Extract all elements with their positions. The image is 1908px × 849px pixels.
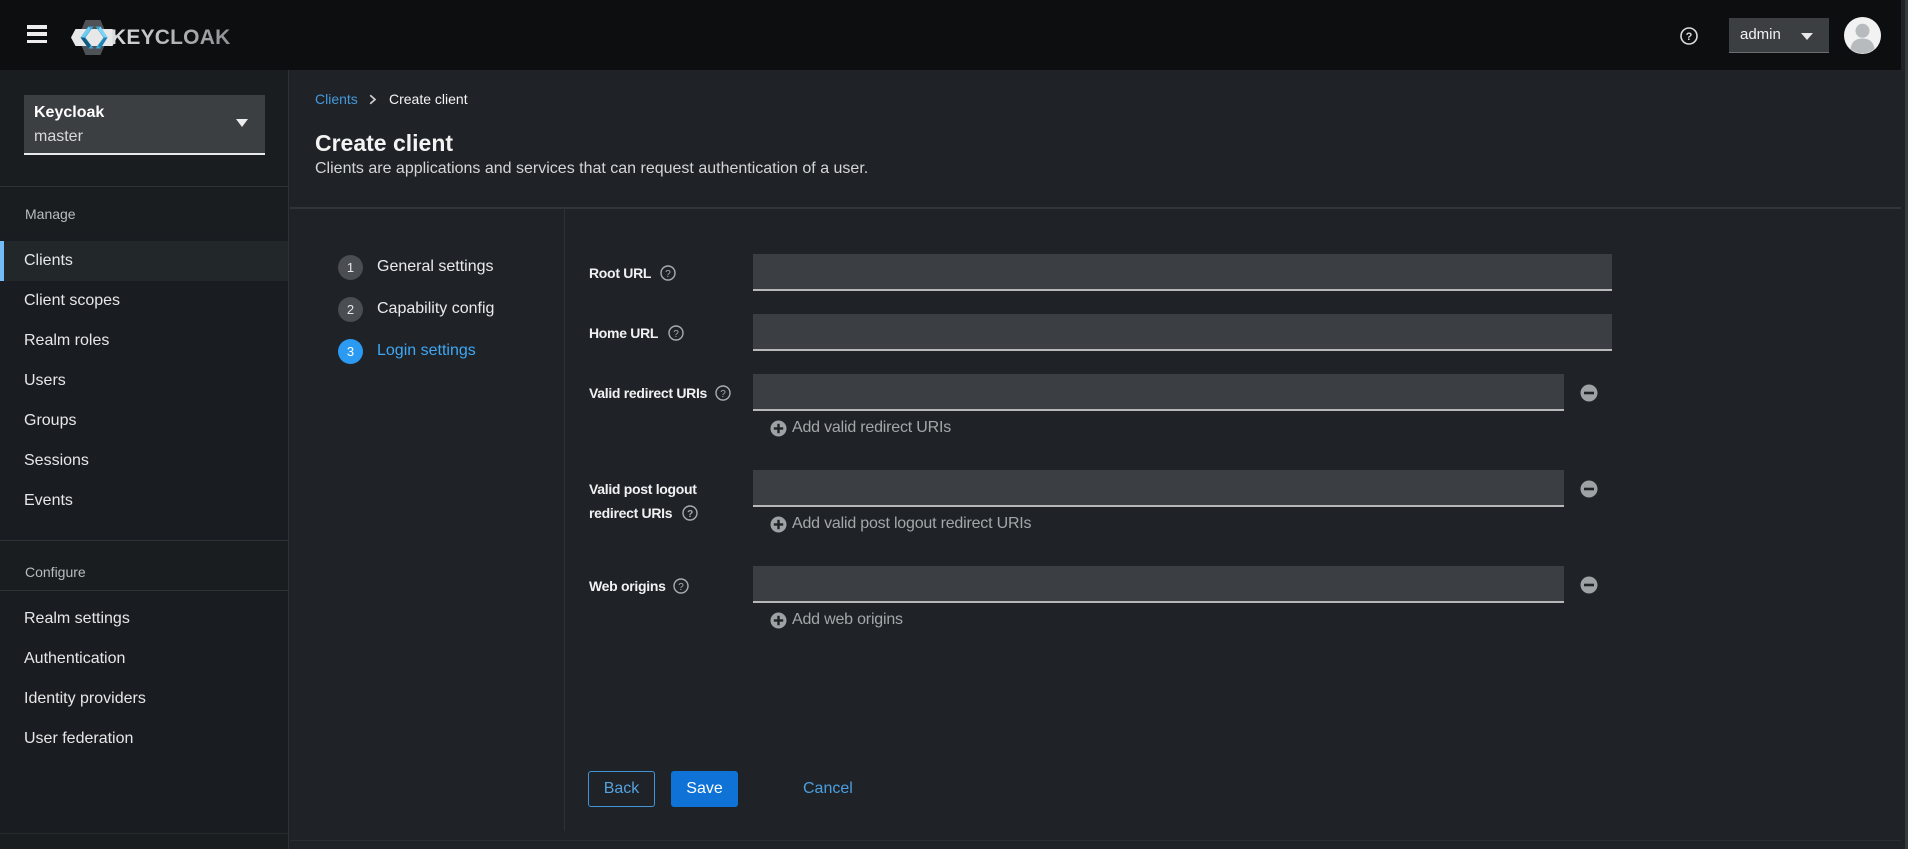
svg-text:?: ? <box>665 269 671 280</box>
svg-text:?: ? <box>687 509 693 520</box>
svg-text:?: ? <box>720 389 726 400</box>
svg-text:?: ? <box>1686 31 1693 43</box>
svg-text:?: ? <box>673 329 679 340</box>
svg-text:?: ? <box>678 582 684 593</box>
